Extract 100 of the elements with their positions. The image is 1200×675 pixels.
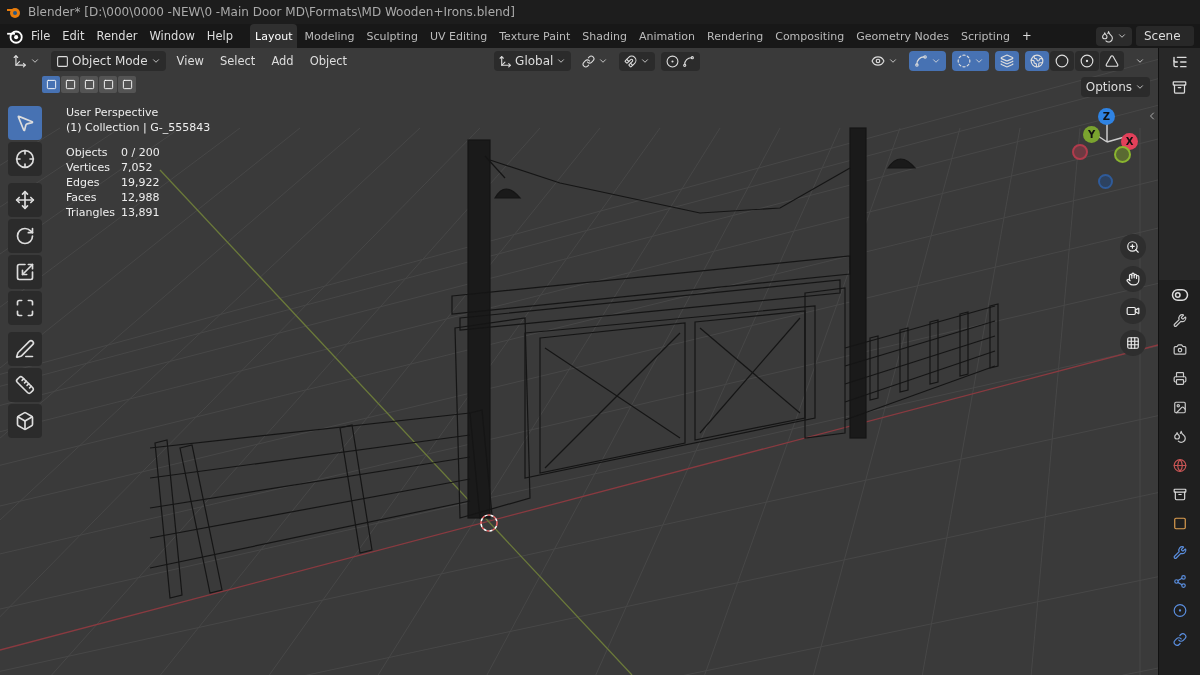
projection-button[interactable] <box>1120 330 1146 356</box>
caret-icon <box>1117 31 1127 41</box>
toggles-icon[interactable] <box>1170 286 1189 304</box>
overlay-circles-icon <box>957 54 971 68</box>
negative-x-axis-handle[interactable] <box>1072 144 1088 160</box>
square-icon <box>121 79 133 90</box>
workspace-tab[interactable]: Sculpting <box>361 24 423 48</box>
select-mode-button[interactable] <box>42 76 60 93</box>
shading-mode-button[interactable] <box>1075 51 1099 71</box>
caret-icon <box>888 56 898 66</box>
grid-icon <box>1126 335 1140 351</box>
negative-y-axis-handle[interactable] <box>1114 146 1131 163</box>
snap-button[interactable] <box>619 51 656 71</box>
menu-item[interactable]: Window <box>144 27 200 45</box>
link-icon <box>582 54 596 68</box>
workspace-tab[interactable]: Layout <box>250 24 298 48</box>
stat-label: Vertices <box>66 161 111 174</box>
select-mode-button[interactable] <box>118 76 136 93</box>
zoom-button[interactable] <box>1120 234 1146 260</box>
3d-cursor-icon <box>480 514 498 532</box>
menu-item[interactable]: Help <box>201 27 239 45</box>
workspace-tab[interactable]: Compositing <box>770 24 850 48</box>
menu-item[interactable]: View <box>171 52 209 70</box>
circle-dot-icon <box>666 54 680 68</box>
transform-icon <box>15 298 35 318</box>
workspace-tab[interactable]: Texture Paint <box>494 24 576 48</box>
shading-mode-button[interactable] <box>1100 51 1124 71</box>
stat-label: Objects <box>66 146 109 159</box>
archive-box-icon[interactable] <box>1172 80 1187 95</box>
3d-viewport[interactable]: Object Mode View Select Add Object Global Options User Perspective (1) Collection | G-_555843 Objects 0 / 200 Vertices 7,052 Edges 19,922 Faces 12,988 Triangles 13,891 Z Y X <box>0 48 1158 675</box>
axes-icon <box>13 54 27 68</box>
proportional-button[interactable] <box>661 51 701 71</box>
workspace-tab[interactable]: Shading <box>577 24 632 48</box>
globe-icon <box>1172 458 1187 473</box>
mode-dropdown[interactable]: Object Mode <box>51 51 166 71</box>
caret-icon <box>150 56 161 66</box>
workspace-tab[interactable]: Modeling <box>299 24 360 48</box>
workspace-tab[interactable]: Geometry Nodes <box>851 24 954 48</box>
shading-mode-button[interactable] <box>1050 51 1074 71</box>
viewport-toggle[interactable] <box>995 51 1019 71</box>
workspace-tab[interactable]: Scripting <box>955 24 1015 48</box>
y-axis-handle[interactable]: Y <box>1083 126 1100 143</box>
z-axis-handle[interactable]: Z <box>1098 108 1115 125</box>
collection-label: (1) Collection | G-_555843 <box>66 121 211 134</box>
eye-icon <box>871 54 885 68</box>
orientation-dropdown[interactable]: Global <box>494 51 572 71</box>
options-dropdown[interactable]: Options <box>1080 77 1150 97</box>
menu-item[interactable]: File <box>26 27 56 45</box>
tool-button[interactable] <box>8 219 42 253</box>
link-icon <box>1172 632 1187 647</box>
camera-view-button[interactable] <box>1120 298 1146 324</box>
blender-logo-icon[interactable] <box>6 28 24 44</box>
select-mode-button[interactable] <box>61 76 79 93</box>
menu-item[interactable]: Select <box>214 52 261 70</box>
workspace-tab[interactable]: Rendering <box>702 24 769 48</box>
select-mode-button[interactable] <box>99 76 117 93</box>
crosshair-icon <box>15 149 35 169</box>
tool-button[interactable] <box>8 404 42 438</box>
tool-button[interactable] <box>8 291 42 325</box>
pan-button[interactable] <box>1120 266 1146 292</box>
droplets-icon <box>1101 29 1114 43</box>
particles-icon <box>1172 574 1187 589</box>
workspace-tab[interactable]: UV Editing <box>424 24 493 48</box>
menu-item[interactable]: Render <box>91 27 143 45</box>
droplets-icon <box>1172 429 1187 444</box>
solid-sphere-icon <box>1055 54 1069 68</box>
wireframe-sphere-icon <box>1030 54 1044 68</box>
tool-button[interactable] <box>8 255 42 289</box>
stat-value: 7,052 <box>121 161 154 174</box>
tool-button[interactable] <box>8 332 42 366</box>
negative-z-axis-handle[interactable] <box>1098 174 1113 189</box>
menu-item[interactable]: Add <box>266 52 299 70</box>
tool-button[interactable] <box>8 368 42 402</box>
caret-icon <box>1135 82 1145 92</box>
scene-field[interactable]: Scene <box>1136 26 1194 46</box>
square-icon <box>64 79 76 90</box>
stat-label: Edges <box>66 176 101 189</box>
printer-icon <box>1172 371 1187 386</box>
square-icon <box>83 79 95 90</box>
workspace-tab[interactable]: Animation <box>633 24 701 48</box>
curve-arrow-icon <box>914 54 928 68</box>
hand-icon <box>1126 271 1140 287</box>
move-arrows-icon <box>15 190 35 210</box>
caret-icon <box>1135 56 1145 66</box>
add-workspace-button[interactable]: + <box>1016 27 1037 45</box>
tool-button[interactable] <box>8 183 42 217</box>
archive-box-icon <box>1172 487 1187 502</box>
wrench-icon <box>1172 545 1187 560</box>
scene-selector-button[interactable] <box>1096 26 1132 46</box>
view-name: User Perspective <box>66 106 160 119</box>
list-tree-icon[interactable] <box>1171 54 1188 70</box>
menu-item[interactable]: Edit <box>57 27 90 45</box>
x-axis-handle[interactable]: X <box>1121 133 1138 150</box>
select-mode-button[interactable] <box>80 76 98 93</box>
square-icon <box>102 79 114 90</box>
tool-button[interactable] <box>8 142 42 176</box>
shading-mode-button[interactable] <box>1025 51 1049 71</box>
viewport-toggle[interactable] <box>909 51 946 71</box>
menu-item[interactable]: Object <box>304 52 353 70</box>
viewport-toggle[interactable] <box>952 51 989 71</box>
